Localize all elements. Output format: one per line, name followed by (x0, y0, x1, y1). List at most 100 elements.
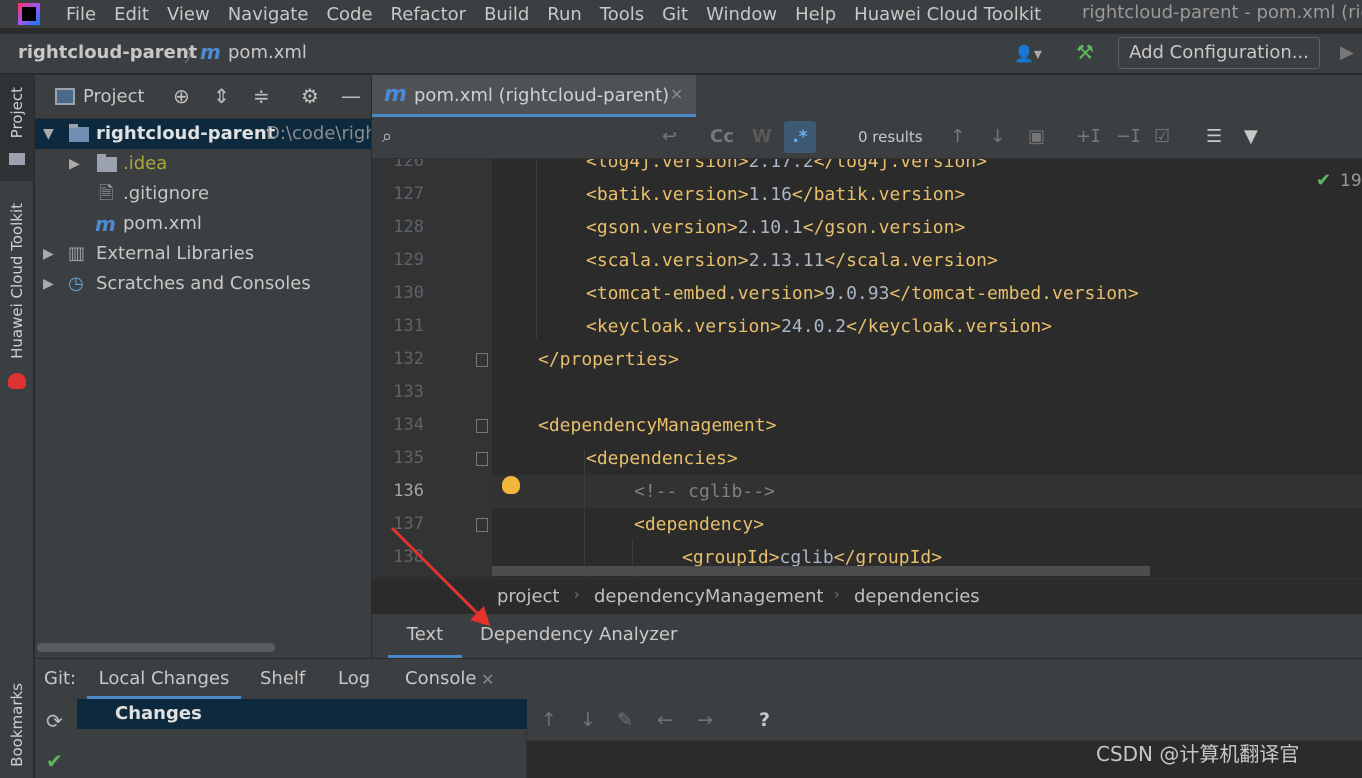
horizontal-scrollbar[interactable] (37, 643, 275, 652)
chevron-right-icon[interactable]: ▶ (43, 269, 54, 299)
inspection-ok-icon[interactable]: ✔ (1316, 170, 1331, 191)
stripe-huawei-cloud-toolkit[interactable]: Huawei Cloud Toolkit (8, 203, 26, 359)
close-icon[interactable]: ✕ (481, 670, 494, 689)
commit-check-icon[interactable]: ✔ (46, 749, 63, 773)
watermark: CSDN @计算机翻译官 (1096, 742, 1300, 766)
line-number: 126 (393, 159, 424, 171)
breadcrumb-item[interactable]: dependencyManagement (594, 586, 823, 607)
tree-item-gitignore[interactable]: 🗎 .gitignore (35, 179, 371, 209)
code-editor[interactable]: <log4j.version>2.17.2</log4j.version> <ba… (492, 159, 1362, 577)
arrow-up-icon[interactable]: ↑ (541, 709, 557, 731)
add-configuration-button[interactable]: Add Configuration... (1118, 37, 1320, 69)
match-case-button[interactable]: Cc (710, 126, 734, 147)
project-panel-title[interactable]: Project (83, 86, 145, 107)
expand-all-icon[interactable]: ⇕ (213, 84, 230, 108)
tree-item-pom[interactable]: m pom.xml (35, 209, 371, 239)
menu-code[interactable]: Code (326, 4, 372, 25)
search-icon[interactable]: ⌕ (382, 126, 392, 147)
xml-open-tag: <tomcat-embed.version> (586, 283, 825, 304)
collapse-all-icon[interactable]: ≑ (253, 84, 270, 108)
tab-shelf[interactable]: Shelf (260, 668, 305, 689)
fold-marker-icon[interactable] (476, 452, 488, 466)
xml-text: 2.13.11 (748, 250, 825, 271)
run-icon[interactable]: ▶ (1340, 42, 1354, 63)
xml-close-tag: </batik.version> (791, 184, 966, 205)
edit-pencil-icon[interactable]: ✎ (617, 709, 633, 731)
menu-build[interactable]: Build (484, 4, 529, 25)
tab-dependency-analyzer[interactable]: Dependency Analyzer (480, 614, 677, 658)
search-input[interactable] (408, 123, 678, 153)
tab-text[interactable]: Text (388, 614, 462, 658)
menu-refactor[interactable]: Refactor (391, 4, 467, 25)
tree-item-root[interactable]: ▼ rightcloud-parent D:\code\righ (35, 119, 371, 149)
menu-file[interactable]: File (66, 4, 96, 25)
tab-console[interactable]: Console (405, 668, 476, 689)
tree-item-external-libraries[interactable]: ▶ ▥ External Libraries (35, 239, 371, 269)
chevron-right-icon[interactable]: ▶ (43, 239, 54, 269)
lightbulb-icon[interactable] (502, 476, 520, 494)
gear-icon[interactable]: ⚙ (301, 84, 319, 108)
arrow-down-icon[interactable]: ↓ (580, 709, 596, 731)
menu-run[interactable]: Run (547, 4, 582, 25)
filter-settings-icon[interactable]: ☰ (1206, 126, 1222, 147)
menu-help[interactable]: Help (795, 4, 836, 25)
filter-icon[interactable]: ▼ (1244, 126, 1258, 147)
regex-button[interactable]: .* (784, 121, 816, 153)
chevron-right-icon[interactable]: ▶ (69, 149, 80, 179)
xml-open-tag: <dependencies> (586, 448, 738, 469)
code-line: <keycloak.version>24.0.2</keycloak.versi… (492, 310, 1362, 343)
xml-open-tag: <scala.version> (586, 250, 749, 271)
inspection-count: 19 (1340, 171, 1362, 191)
line-number: 137 (393, 514, 424, 534)
select-all-occurrences-icon[interactable]: ▣ (1028, 126, 1045, 147)
menu-view[interactable]: View (167, 4, 210, 25)
new-line-icon[interactable]: ↩ (662, 126, 677, 147)
arrow-right-icon[interactable]: → (697, 709, 713, 731)
tree-item-scratches[interactable]: ▶ ◷ Scratches and Consoles (35, 269, 371, 299)
menu-tools[interactable]: Tools (600, 4, 644, 25)
nav-crumb-file[interactable]: pom.xml (228, 42, 307, 63)
tab-local-changes[interactable]: Local Changes (87, 659, 241, 699)
tree-item-idea[interactable]: ▶ .idea (35, 149, 371, 179)
tree-item-label: External Libraries (96, 243, 255, 264)
xml-text: 24.0.2 (781, 316, 847, 337)
minimize-icon[interactable]: — (341, 84, 361, 108)
arrow-left-icon[interactable]: ← (657, 709, 673, 731)
help-icon[interactable]: ? (759, 709, 770, 731)
menu-edit[interactable]: Edit (114, 4, 149, 25)
menu-huawei-cloud-toolkit[interactable]: Huawei Cloud Toolkit (854, 4, 1041, 25)
whole-words-button[interactable]: W (752, 126, 772, 147)
add-occurrence-icon[interactable]: +ⵊ (1076, 126, 1100, 147)
build-hammer-icon[interactable]: ⚒ (1076, 40, 1094, 64)
remove-occurrence-icon[interactable]: −ⵊ (1116, 126, 1140, 147)
nav-crumb-project[interactable]: rightcloud-parent (18, 42, 197, 63)
fold-marker-icon[interactable] (476, 518, 488, 532)
maven-file-icon: m (200, 40, 221, 64)
breadcrumb-item[interactable]: project (497, 586, 559, 607)
stripe-project-button[interactable]: Project (0, 75, 34, 181)
library-icon: ▥ (68, 243, 86, 264)
arrow-up-icon[interactable]: ↑ (950, 126, 965, 147)
refresh-icon[interactable]: ⟳ (46, 709, 63, 733)
menu-git[interactable]: Git (662, 4, 688, 25)
locate-file-icon[interactable]: ⊕ (173, 84, 190, 108)
stripe-bookmarks[interactable]: Bookmarks (8, 683, 26, 767)
code-line: <log4j.version>2.17.2</log4j.version> (492, 159, 1362, 178)
breadcrumb-item[interactable]: dependencies (854, 586, 980, 607)
changes-node[interactable]: Changes (77, 699, 527, 729)
select-all-matches-icon[interactable]: ☑ (1154, 126, 1170, 147)
code-horizontal-scrollbar[interactable] (492, 566, 1150, 576)
tab-log[interactable]: Log (338, 668, 370, 689)
close-icon[interactable]: ✕ (670, 85, 683, 104)
fold-marker-icon[interactable] (476, 353, 488, 367)
tab-pom-xml[interactable]: m pom.xml (rightcloud-parent) ✕ (372, 75, 696, 117)
arrow-down-icon[interactable]: ↓ (990, 126, 1005, 147)
line-number: 136 (393, 481, 424, 501)
xml-text: 9.0.93 (824, 283, 890, 304)
menu-window[interactable]: Window (706, 4, 777, 25)
chevron-down-icon[interactable]: ▼ (43, 119, 54, 149)
menu-navigate[interactable]: Navigate (228, 4, 309, 25)
user-account-icon[interactable]: 👤▾ (1014, 44, 1052, 64)
fold-marker-icon[interactable] (476, 419, 488, 433)
